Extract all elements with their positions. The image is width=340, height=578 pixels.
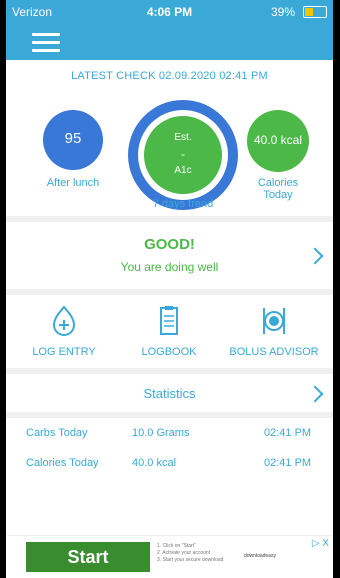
a1c-line3: A1c (174, 165, 192, 176)
a1c-line1: Est. (174, 132, 192, 143)
divider (6, 216, 333, 222)
glucose-value: 95 (64, 130, 82, 147)
logbook-button[interactable]: LOGBOOK (119, 304, 219, 358)
plate-utensils-icon (254, 304, 294, 338)
glucose-label: After lunch (46, 177, 100, 189)
status-bar: Verizon 4:06 PM 39% (6, 0, 333, 22)
carbs-row-name: Carbs Today (26, 427, 88, 439)
ad-banner[interactable]: Start 1. Click on "Start" 2. Activate yo… (6, 535, 333, 578)
ad-step: 1. Click on "Start" (157, 543, 196, 549)
trend-label: 7 days trend (152, 198, 214, 210)
ad-close-icon[interactable]: ▷ X (312, 538, 329, 549)
divider (6, 412, 333, 418)
calories-row-value: 40.0 kcal (132, 457, 177, 469)
glucose-circle[interactable]: 95 (43, 110, 103, 170)
bolus-advisor-label: BOLUS ADVISOR (229, 346, 319, 358)
drop-plus-icon (44, 304, 84, 338)
menu-icon[interactable] (32, 33, 60, 53)
calories-row-name: Calories Today (26, 457, 99, 469)
ad-step: 2. Activate your account (157, 550, 211, 556)
a1c-line2: - (181, 147, 185, 161)
status-subtitle: You are doing well (120, 260, 219, 274)
calories-row-time: 02:41 PM (264, 457, 312, 469)
log-entry-button[interactable]: LOG ENTRY (14, 304, 114, 358)
statistics-row[interactable]: Statistics (6, 374, 333, 412)
carbs-row-value: 10.0 Grams (132, 427, 190, 439)
bolus-advisor-button[interactable]: BOLUS ADVISOR (224, 304, 324, 358)
calories-label-line1: Calories (257, 177, 299, 189)
a1c-circle[interactable]: Est. - A1c (128, 100, 238, 210)
clipboard-icon (149, 304, 189, 338)
action-row: LOG ENTRY LOGBOOK BOLUS ADVISOR (6, 294, 333, 368)
calories-value: 40.0 kcal (253, 133, 303, 147)
status-banner[interactable]: GOOD! You are doing well (6, 224, 333, 288)
battery-percent: 39% (270, 5, 295, 19)
battery-icon (303, 6, 327, 18)
top-bar: Verizon 4:06 PM 39% (6, 0, 333, 60)
ad-steps: 1. Click on "Start" 2. Activate your acc… (157, 543, 223, 564)
statistics-label: Statistics (143, 386, 196, 401)
latest-check: LATEST CHECK 02.09.2020 02:41 PM (71, 70, 268, 82)
log-entry-label: LOG ENTRY (32, 346, 96, 358)
a1c-inner: Est. - A1c (144, 116, 222, 194)
app-screen: Verizon 4:06 PM 39% LATEST CHECK 02.09.2… (6, 0, 333, 578)
logbook-label: LOGBOOK (141, 346, 197, 358)
calories-label: Calories Today (241, 177, 315, 201)
calories-circle[interactable]: 40.0 kcal (247, 110, 309, 172)
calories-label-line2: Today (263, 189, 293, 201)
ad-start-button[interactable]: Start (26, 542, 150, 572)
ad-step: 3. Start your secure download (157, 557, 224, 563)
ad-brand: downloadeasy (244, 553, 276, 559)
carbs-row-time: 02:41 PM (264, 427, 312, 439)
status-title: GOOD! (144, 236, 195, 253)
